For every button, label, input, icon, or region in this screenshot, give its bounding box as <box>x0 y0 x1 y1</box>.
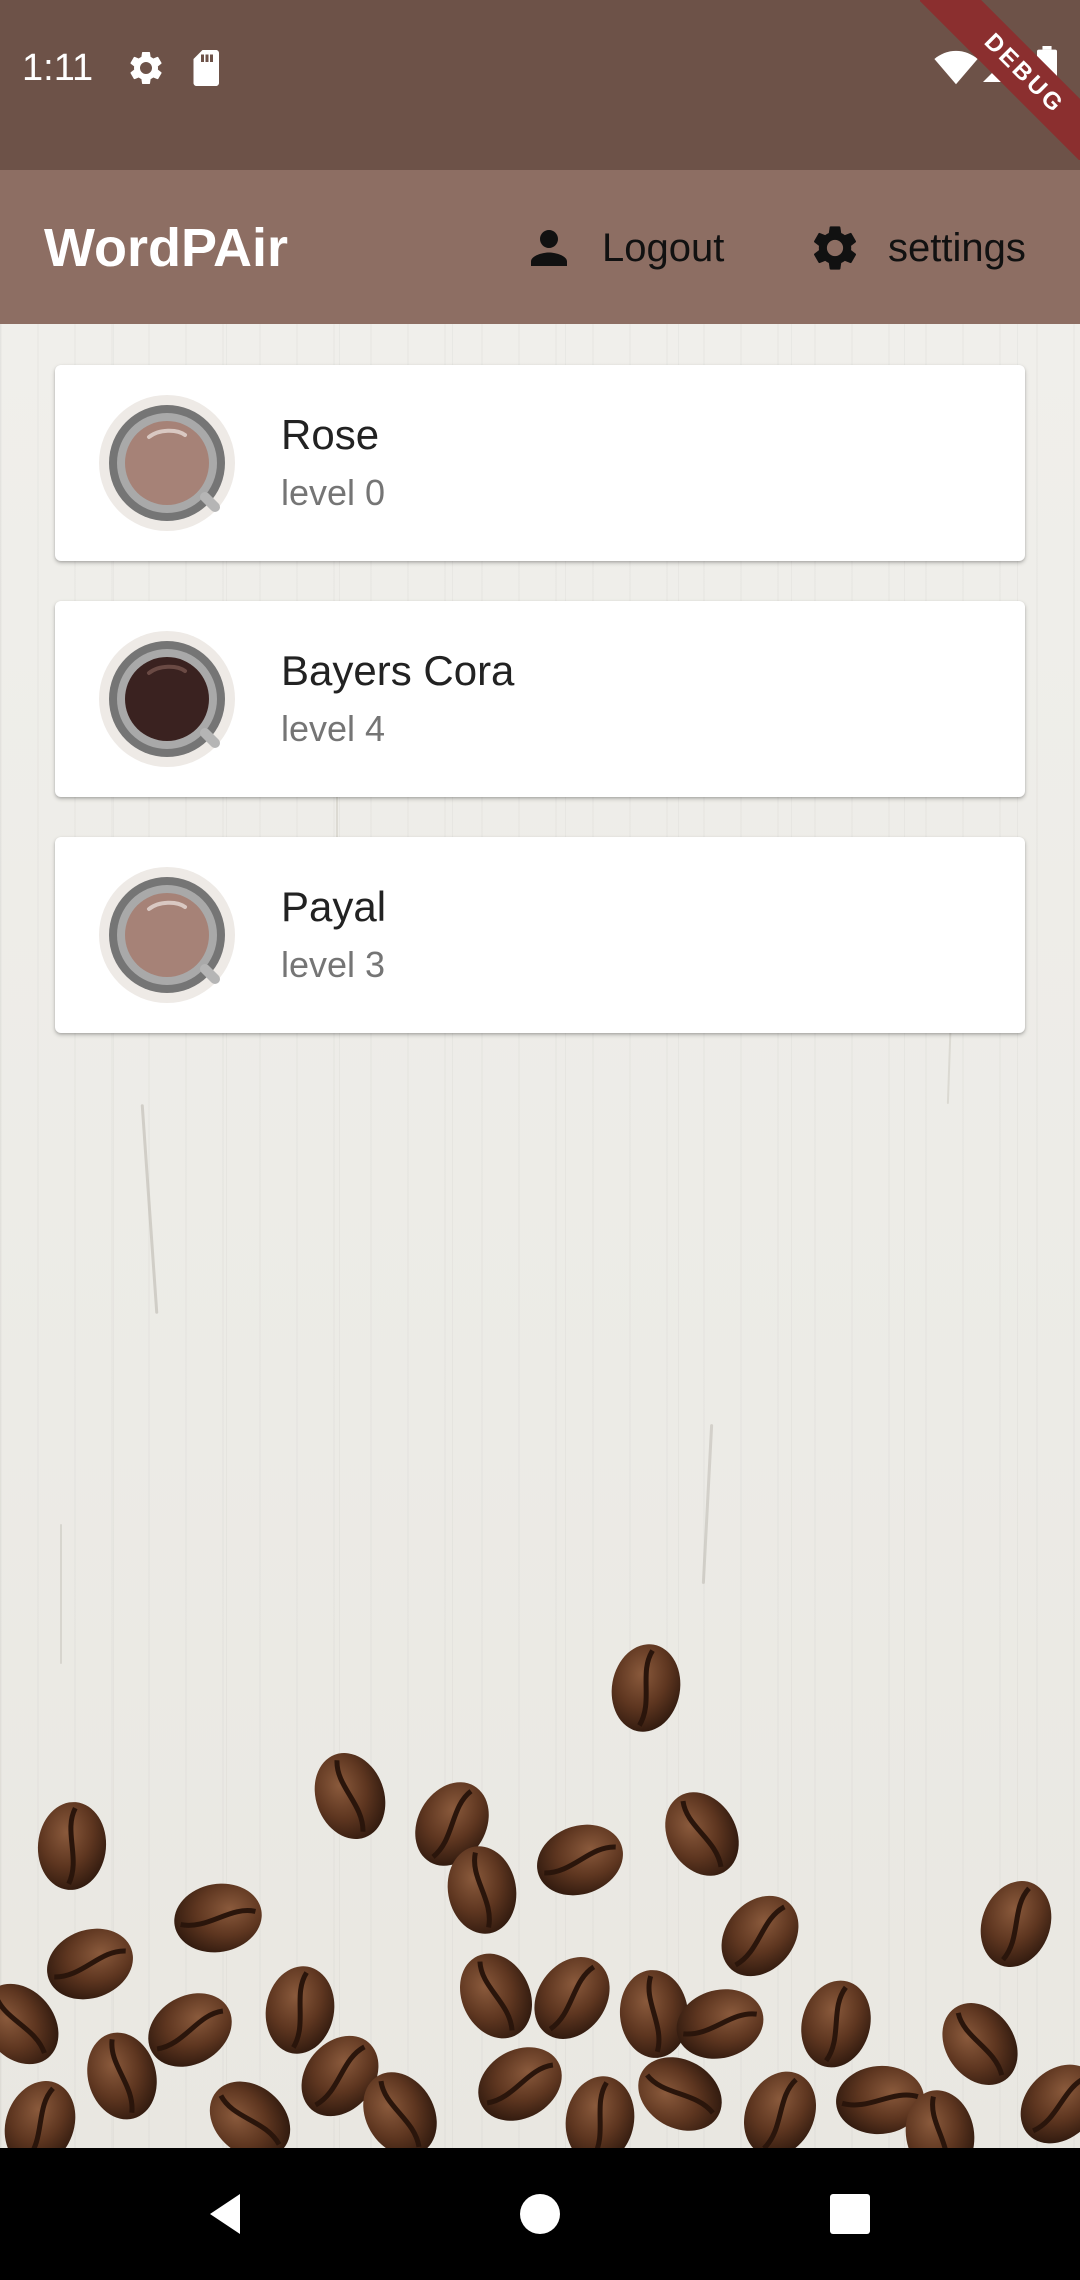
home-circle-icon[interactable] <box>512 2186 568 2242</box>
settings-label: settings <box>888 225 1026 270</box>
gear-icon <box>130 51 162 84</box>
app-bar: WordPAir Logout settings <box>0 170 1080 324</box>
user-card-rose[interactable]: Rose level 0 <box>55 365 1025 561</box>
cup-fill <box>125 893 209 977</box>
coffee-cup-avatar-icon <box>99 867 235 1003</box>
system-navigation-bar <box>0 2148 1080 2280</box>
cup-fill <box>125 657 209 741</box>
settings-button[interactable]: settings <box>808 208 1026 288</box>
user-card-payal[interactable]: Payal level 3 <box>55 837 1025 1033</box>
user-card-bayers-cora[interactable]: Bayers Cora level 4 <box>55 601 1025 797</box>
logout-label: Logout <box>602 225 725 270</box>
back-triangle-icon[interactable] <box>198 2186 254 2242</box>
user-name: Bayers Cora <box>281 647 515 694</box>
app-title: WordPAir <box>44 218 289 278</box>
sd-card-icon <box>193 50 219 86</box>
user-level: level 0 <box>281 472 386 513</box>
user-level: level 4 <box>281 708 386 749</box>
gear-icon <box>814 226 857 270</box>
coffee-cup-avatar-icon <box>99 395 235 531</box>
debug-banner: DEBUG <box>920 0 1080 160</box>
status-bar: 1:11 DEBUG <box>0 0 1080 170</box>
user-level: level 3 <box>281 944 386 985</box>
status-time: 1:11 <box>22 47 94 89</box>
user-name: Payal <box>281 883 387 930</box>
user-list: Rose level 0 Bayers Cora level 4 Payal l… <box>55 365 1025 1073</box>
debug-banner-label: DEBUG <box>920 0 1080 160</box>
logout-button[interactable]: Logout <box>522 208 724 288</box>
cup-fill <box>125 421 209 505</box>
content-area: Rose level 0 Bayers Cora level 4 Payal l… <box>0 324 1080 2148</box>
coffee-cup-avatar-icon <box>99 631 235 767</box>
person-icon <box>531 230 567 266</box>
user-name: Rose <box>281 411 380 458</box>
recents-square-icon[interactable] <box>822 2186 878 2242</box>
